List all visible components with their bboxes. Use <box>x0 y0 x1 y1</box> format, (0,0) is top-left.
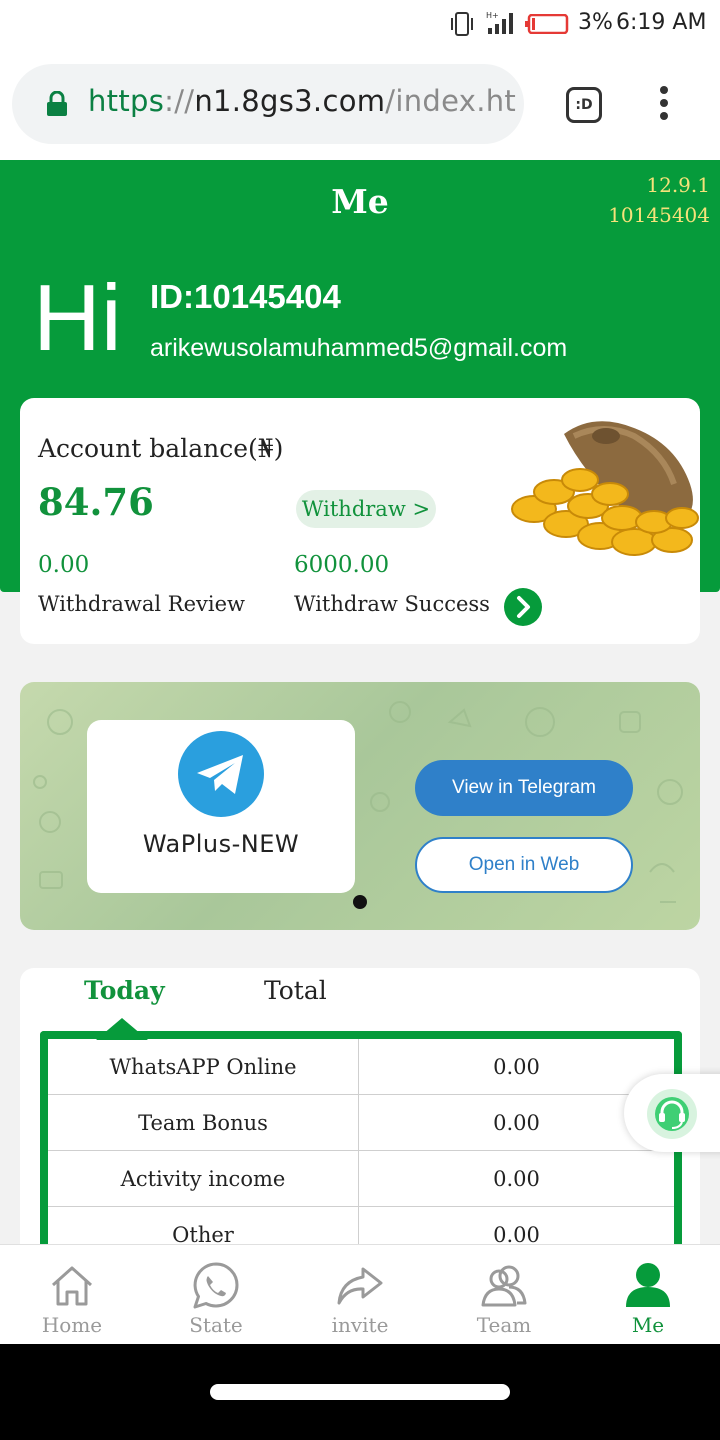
balance-label: Account balance(₦) <box>38 434 284 463</box>
more-menu-icon[interactable] <box>654 86 674 126</box>
nav-home[interactable]: Home <box>0 1245 144 1345</box>
balance-value: 84.76 <box>38 480 154 524</box>
view-in-telegram-button[interactable]: View in Telegram <box>415 760 633 816</box>
home-icon <box>51 1266 93 1306</box>
chevron-right-icon[interactable] <box>504 588 542 626</box>
version-number: 12.9.1 <box>646 173 710 197</box>
nav-home-label: Home <box>41 1313 103 1337</box>
row-label: WhatsAPP Online <box>48 1039 359 1095</box>
url-host: n1.8gs3.com <box>194 84 386 118</box>
balance-card: Account balance(₦) 84.76 Withdraw > 0.00… <box>20 398 700 644</box>
withdraw-success-label: Withdraw Success <box>294 592 490 616</box>
user-email: arikewusolamuhammed5@gmail.com <box>150 334 568 362</box>
user-id: ID:10145404 <box>150 278 341 315</box>
channel-name: WaPlus-NEW <box>142 830 300 858</box>
share-icon <box>337 1267 383 1305</box>
nav-invite-label: invite <box>331 1313 389 1337</box>
carousel-indicator[interactable] <box>353 895 367 909</box>
row-label: Activity income <box>48 1151 359 1207</box>
svg-text:H+: H+ <box>486 11 499 20</box>
withdrawal-review-label: Withdrawal Review <box>38 592 246 616</box>
greeting: Hi <box>33 265 122 370</box>
row-label: Team Bonus <box>48 1095 359 1151</box>
table-row: Activity income 0.00 <box>48 1151 674 1207</box>
battery-icon <box>525 14 569 34</box>
address-bar[interactable]: https://n1.8gs3.com/index.ht <box>12 64 524 144</box>
nav-me[interactable]: Me <box>576 1245 720 1345</box>
clock: 6:19 AM <box>616 10 707 35</box>
open-in-web-button[interactable]: Open in Web <box>415 837 633 893</box>
withdrawal-review-value: 0.00 <box>38 552 90 578</box>
table-row: Team Bonus 0.00 <box>48 1095 674 1151</box>
nav-team-label: Team <box>476 1313 532 1337</box>
nav-me-label: Me <box>631 1313 665 1337</box>
team-icon <box>481 1265 527 1307</box>
whatsapp-icon <box>193 1262 239 1309</box>
person-icon <box>626 1263 670 1307</box>
bottom-nav: Home State invite Team Me <box>0 1244 720 1344</box>
withdraw-button[interactable]: Withdraw > <box>296 490 436 528</box>
home-gesture-bar[interactable] <box>210 1384 510 1400</box>
lock-icon <box>47 91 67 116</box>
status-bar: H+ 3% 6:19 AM <box>0 0 720 50</box>
url-text: https://n1.8gs3.com/index.ht <box>88 84 516 118</box>
vibrate-icon <box>451 12 473 36</box>
withdraw-success-value: 6000.00 <box>294 552 390 578</box>
row-value: 0.00 <box>493 1055 540 1079</box>
telegram-banner[interactable]: WaPlus-NEW View in Telegram Open in Web <box>20 682 700 930</box>
tab-today[interactable]: Today <box>84 976 165 1005</box>
version-info: 12.9.1 10145404 <box>608 170 710 230</box>
customer-support-button[interactable] <box>624 1074 720 1152</box>
version-id: 10145404 <box>608 203 710 227</box>
headset-icon <box>647 1089 697 1139</box>
url-path: /index.ht <box>385 84 517 118</box>
system-nav-bar <box>0 1344 720 1440</box>
telegram-icon <box>178 731 264 817</box>
url-separator: :// <box>164 84 195 118</box>
nav-invite[interactable]: invite <box>288 1245 432 1345</box>
tab-total[interactable]: Total <box>264 976 327 1005</box>
nav-state-label: State <box>189 1313 243 1337</box>
nav-state[interactable]: State <box>144 1245 288 1345</box>
url-scheme: https <box>88 84 165 118</box>
table-row: WhatsAPP Online 0.00 <box>48 1039 674 1095</box>
browser-toolbar: https://n1.8gs3.com/index.ht :D <box>0 50 720 160</box>
battery-percent: 3% <box>578 10 613 35</box>
row-value: 0.00 <box>493 1167 540 1191</box>
coin-bag-icon <box>511 421 699 556</box>
telegram-channel-card: WaPlus-NEW <box>87 720 355 893</box>
nav-team[interactable]: Team <box>432 1245 576 1345</box>
tab-switcher-button[interactable]: :D <box>566 87 602 123</box>
signal-icon: H+ <box>486 11 513 34</box>
